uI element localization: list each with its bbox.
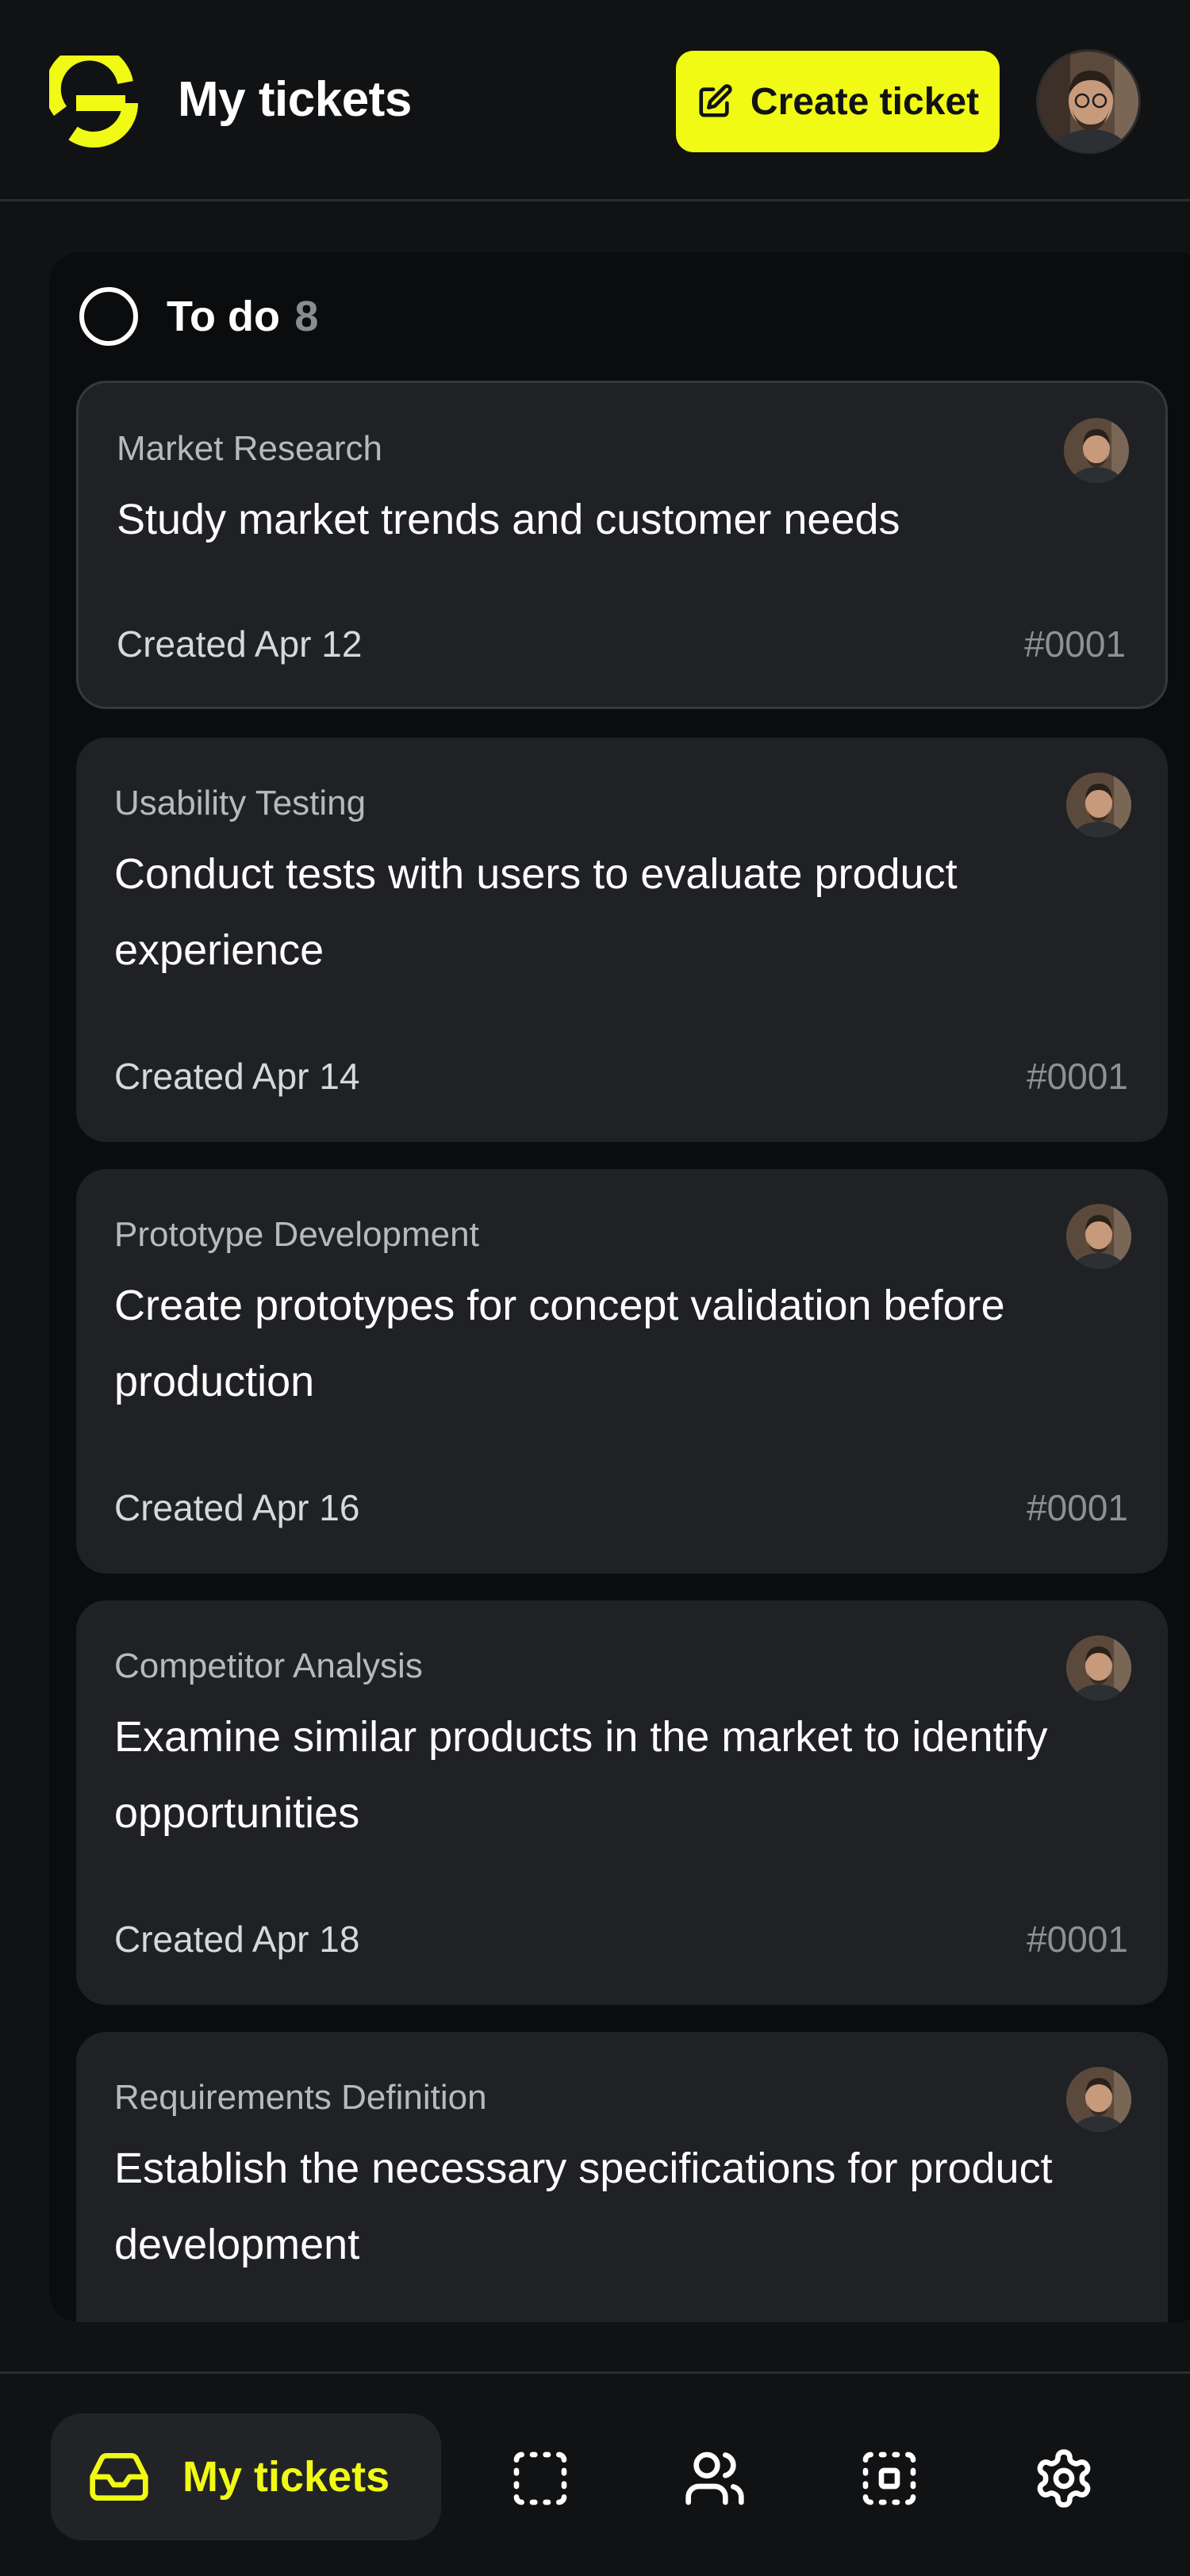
users-icon[interactable]	[683, 2447, 747, 2510]
dashed-square-icon[interactable]	[509, 2447, 572, 2510]
status-circle-icon	[79, 287, 138, 346]
ticket-category: Market Research	[117, 429, 383, 468]
ticket-category: Usability Testing	[114, 784, 367, 822]
ticket-card[interactable]: Usability Testing Conduct tests with use…	[76, 738, 1168, 1142]
ticket-title: Conduct tests with users to evaluate pro…	[114, 850, 958, 974]
ticket-card[interactable]: Market Research Study market trends and …	[76, 381, 1168, 709]
app-logo[interactable]	[49, 56, 141, 148]
ticket-created-date: Created Apr 18	[114, 1919, 360, 1960]
ticket-category: Requirements Definition	[114, 2078, 487, 2117]
bottom-navigation: My tickets	[0, 2371, 1190, 2576]
ticket-title: Create prototypes for concept validation…	[114, 1282, 1005, 1405]
ticket-created-date: Created Apr 14	[114, 1056, 360, 1097]
focus-square-icon[interactable]	[858, 2447, 921, 2510]
ticket-id: #0001	[1027, 1487, 1128, 1528]
nav-my-tickets[interactable]: My tickets	[51, 2413, 441, 2540]
nav-my-tickets-label: My tickets	[182, 2453, 390, 2501]
ticket-title: Examine similar products in the market t…	[114, 1713, 1048, 1837]
app-header: My tickets Create ticket	[0, 0, 1190, 201]
assignee-avatar[interactable]	[1066, 2067, 1131, 2132]
column-count: 8	[294, 293, 319, 340]
assignee-avatar[interactable]	[1066, 1204, 1131, 1269]
ticket-title: Establish the necessary specifications f…	[114, 2145, 1053, 2268]
assignee-avatar[interactable]	[1066, 772, 1131, 838]
ticket-card[interactable]: Competitor Analysis Examine similar prod…	[76, 1600, 1168, 2005]
ticket-card[interactable]: Prototype Development Create prototypes …	[76, 1169, 1168, 1574]
ticket-card[interactable]: Requirements Definition Establish the ne…	[76, 2032, 1168, 2322]
edit-icon	[699, 84, 732, 117]
ticket-category: Prototype Development	[114, 1215, 479, 1254]
ticket-title: Study market trends and customer needs	[117, 496, 900, 543]
ticket-created-date: Created Apr 12	[117, 623, 363, 665]
ticket-category: Competitor Analysis	[114, 1646, 423, 1685]
create-ticket-button[interactable]: Create ticket	[676, 51, 1000, 152]
ticket-created-date: Created Apr 16	[114, 1487, 360, 1528]
ticket-id: #0001	[1027, 1056, 1128, 1097]
page-title: My tickets	[178, 72, 412, 127]
todo-column: To do 8 Market Research Study market tre…	[49, 252, 1190, 2322]
ticket-id: #0001	[1027, 1919, 1128, 1960]
assignee-avatar[interactable]	[1066, 1635, 1131, 1700]
assignee-avatar[interactable]	[1064, 418, 1129, 483]
user-avatar[interactable]	[1036, 49, 1141, 154]
gear-icon[interactable]	[1032, 2447, 1096, 2510]
create-ticket-label: Create ticket	[750, 80, 980, 123]
inbox-icon	[90, 2453, 148, 2501]
column-title: To do	[167, 293, 280, 340]
column-header: To do 8	[79, 287, 318, 346]
ticket-id: #0001	[1024, 623, 1126, 665]
